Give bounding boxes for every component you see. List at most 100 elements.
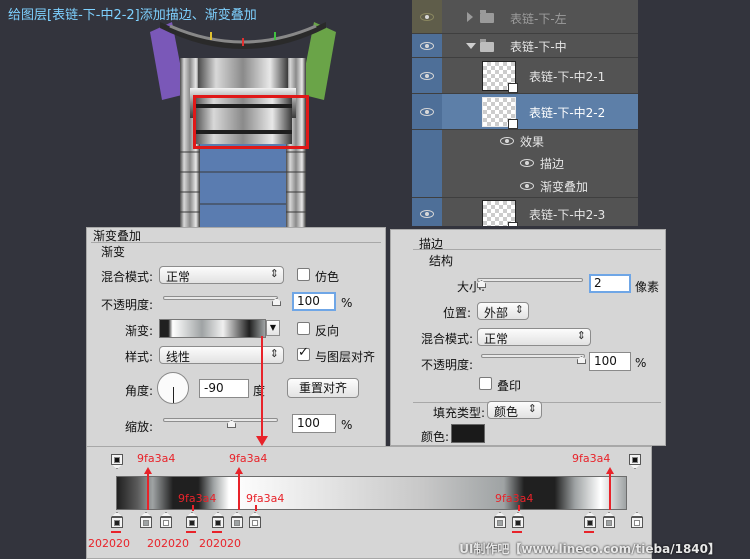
- color-stop[interactable]: [584, 512, 596, 528]
- color-stop[interactable]: [249, 512, 261, 528]
- eye-icon[interactable]: [520, 159, 534, 167]
- stop-color-annotation: 202020: [147, 537, 189, 550]
- annotation-line: [192, 505, 194, 511]
- layer-thumbnail: [482, 200, 518, 226]
- eye-icon[interactable]: [420, 210, 434, 218]
- effect-row-stroke[interactable]: 描边: [412, 152, 638, 174]
- blend-mode-select[interactable]: 正常: [477, 328, 591, 346]
- layer-name: 表链-下-中2-1: [529, 70, 606, 84]
- opacity-slider[interactable]: [163, 296, 278, 300]
- eye-icon[interactable]: [520, 182, 534, 190]
- scale-input[interactable]: 100: [292, 414, 336, 433]
- layer-row-middle-2-2-selected[interactable]: 表链-下-中2-2: [412, 94, 638, 130]
- gradient-dropdown-arrow[interactable]: ▼: [266, 320, 280, 336]
- opacity-input[interactable]: 100: [589, 352, 631, 371]
- angle-input[interactable]: -90: [199, 379, 249, 398]
- stop-color-annotation: 9fa3a4: [572, 452, 611, 465]
- gradient-overlay-panel: 渐变叠加 渐变 混合模式: 正常 仿色 不透明度: 100 % 渐变: ▼ 反向…: [86, 227, 386, 447]
- scale-percent: %: [341, 418, 353, 432]
- style-label: 样式:: [125, 350, 154, 364]
- effect-name: 描边: [540, 157, 565, 171]
- section-title: 结构: [429, 254, 454, 268]
- color-stop[interactable]: [631, 512, 643, 528]
- color-stop[interactable]: [231, 512, 243, 528]
- blend-mode-label: 混合模式:: [101, 270, 154, 284]
- degree-unit: 度: [253, 384, 266, 398]
- annotation-line: [518, 505, 520, 511]
- annotation-line: [212, 531, 222, 533]
- annotation-line: [147, 472, 149, 510]
- layer-name: 表链-下-中2-3: [529, 208, 606, 222]
- position-label: 位置:: [443, 306, 472, 320]
- color-stop[interactable]: [111, 512, 123, 528]
- eye-icon[interactable]: [500, 137, 514, 145]
- stroke-color-swatch[interactable]: [451, 424, 485, 443]
- color-stop[interactable]: [160, 512, 172, 528]
- opacity-percent: %: [341, 296, 353, 310]
- dither-label: 仿色: [315, 270, 340, 284]
- opacity-slider[interactable]: [481, 354, 585, 358]
- annotation-arrow: [144, 467, 152, 474]
- opacity-stop-left[interactable]: [111, 454, 123, 470]
- selection-highlight-box: [193, 95, 309, 149]
- stop-color-annotation: 9fa3a4: [246, 492, 285, 505]
- eye-icon[interactable]: [420, 42, 434, 50]
- blend-mode-label: 混合模式:: [421, 332, 474, 346]
- effect-row-gradient-overlay[interactable]: 渐变叠加: [412, 174, 638, 198]
- color-stop[interactable]: [603, 512, 615, 528]
- align-with-layer-checkbox[interactable]: [297, 345, 310, 361]
- scale-label: 缩放:: [125, 420, 154, 434]
- stop-color-annotation: 9fa3a4: [178, 492, 217, 505]
- expand-arrow-icon[interactable]: [466, 43, 476, 49]
- layer-row-middle-2-3[interactable]: 表链-下-中2-3: [412, 198, 638, 226]
- stop-color-annotation: 9fa3a4: [495, 492, 534, 505]
- blend-mode-select[interactable]: 正常: [159, 266, 284, 284]
- annotation-line: [238, 472, 240, 510]
- stroke-panel: 描边 结构 大小: 2 像素 位置: 外部 混合模式: 正常 不透明度: 100…: [390, 229, 666, 446]
- color-stop[interactable]: [512, 512, 524, 528]
- overprint-label: 叠印: [497, 379, 522, 393]
- layer-name: 表链-下-中2-2: [529, 106, 606, 120]
- annotation-line: [512, 531, 522, 533]
- effects-label: 效果: [520, 135, 545, 149]
- page-title: 给图层[表链-下-中2-2]添加描边、渐变叠加: [8, 8, 257, 23]
- fill-type-select[interactable]: 颜色: [487, 401, 542, 419]
- layer-row-middle-2-1[interactable]: 表链-下-中2-1: [412, 58, 638, 94]
- opacity-input[interactable]: 100: [292, 292, 336, 311]
- position-select[interactable]: 外部: [477, 302, 529, 320]
- layer-row-group-left[interactable]: 表链-下-左: [412, 0, 638, 34]
- annotation-line: [584, 531, 594, 533]
- opacity-stop-right[interactable]: [629, 454, 641, 470]
- eye-icon[interactable]: [420, 72, 434, 80]
- color-stop[interactable]: [494, 512, 506, 528]
- reverse-checkbox[interactable]: [297, 322, 310, 335]
- gradient-picker[interactable]: [159, 319, 266, 338]
- stop-color-annotation: 202020: [199, 537, 241, 550]
- pointer-arrow-line: [261, 336, 263, 436]
- color-stop[interactable]: [212, 512, 224, 528]
- eye-icon[interactable]: [420, 108, 434, 116]
- reverse-label: 反向: [315, 324, 340, 338]
- color-stop[interactable]: [186, 512, 198, 528]
- layer-name: 表链-下-中: [510, 40, 567, 54]
- color-label: 颜色:: [421, 430, 450, 444]
- color-stop[interactable]: [140, 512, 152, 528]
- watermark: UI制作吧【www.lineco.com/tieba/1840】: [459, 542, 720, 556]
- fill-type-label: 填充类型:: [433, 406, 486, 420]
- style-select[interactable]: 线性: [159, 346, 284, 364]
- angle-label: 角度:: [125, 384, 154, 398]
- align-with-layer-label: 与图层对齐: [315, 350, 376, 364]
- reset-alignment-button[interactable]: 重置对齐: [287, 378, 359, 398]
- size-input[interactable]: 2: [589, 274, 631, 293]
- overprint-checkbox[interactable]: [479, 377, 492, 390]
- gradient-label: 渐变:: [125, 324, 154, 338]
- collapse-arrow-icon[interactable]: [467, 12, 473, 22]
- layer-row-group-middle[interactable]: 表链-下-中: [412, 34, 638, 58]
- dither-checkbox[interactable]: [297, 268, 310, 281]
- effects-row[interactable]: 效果: [412, 130, 638, 152]
- pointer-arrow-head: [256, 436, 268, 446]
- eye-icon[interactable]: [420, 13, 434, 21]
- angle-dial[interactable]: [157, 372, 189, 404]
- opacity-percent: %: [635, 356, 647, 370]
- size-slider[interactable]: [477, 278, 583, 282]
